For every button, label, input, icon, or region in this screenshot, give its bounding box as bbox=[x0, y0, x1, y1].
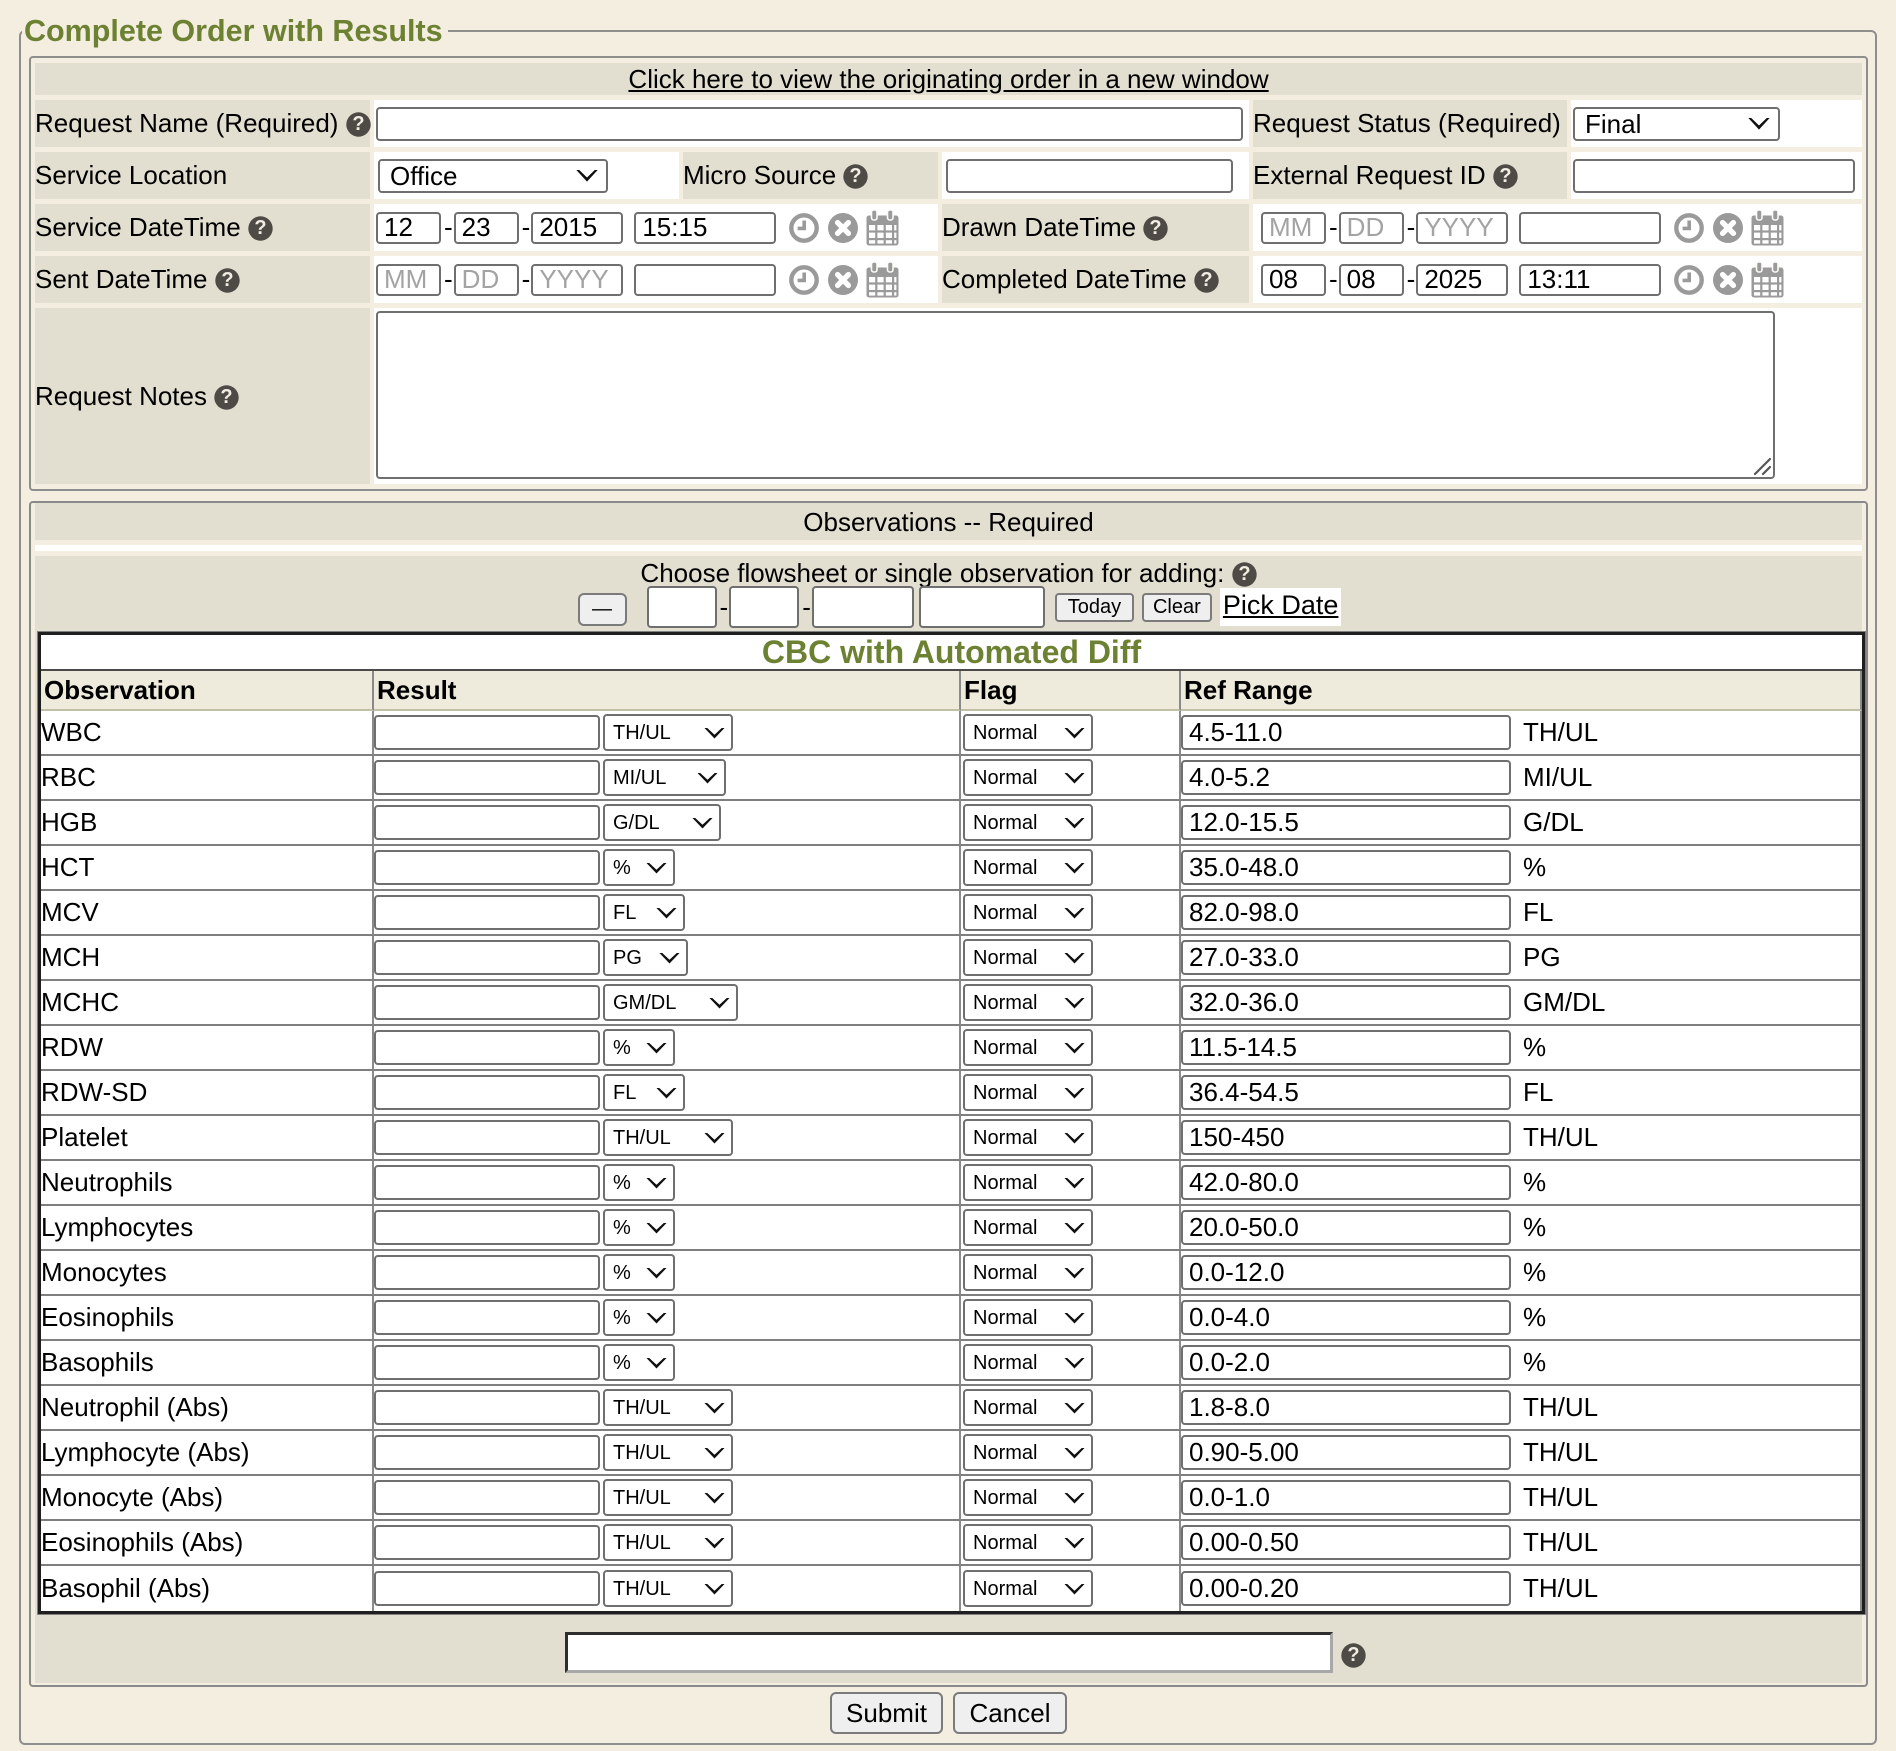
svg-text:?: ? bbox=[352, 113, 364, 135]
svg-text:?: ? bbox=[1150, 217, 1162, 239]
svg-text:?: ? bbox=[1200, 269, 1212, 291]
svg-text:?: ? bbox=[221, 386, 233, 408]
svg-text:?: ? bbox=[1499, 165, 1511, 187]
svg-text:?: ? bbox=[221, 269, 233, 291]
svg-text:?: ? bbox=[1347, 1644, 1359, 1666]
svg-text:?: ? bbox=[254, 217, 266, 239]
svg-text:?: ? bbox=[850, 165, 862, 187]
svg-text:?: ? bbox=[1238, 563, 1250, 585]
